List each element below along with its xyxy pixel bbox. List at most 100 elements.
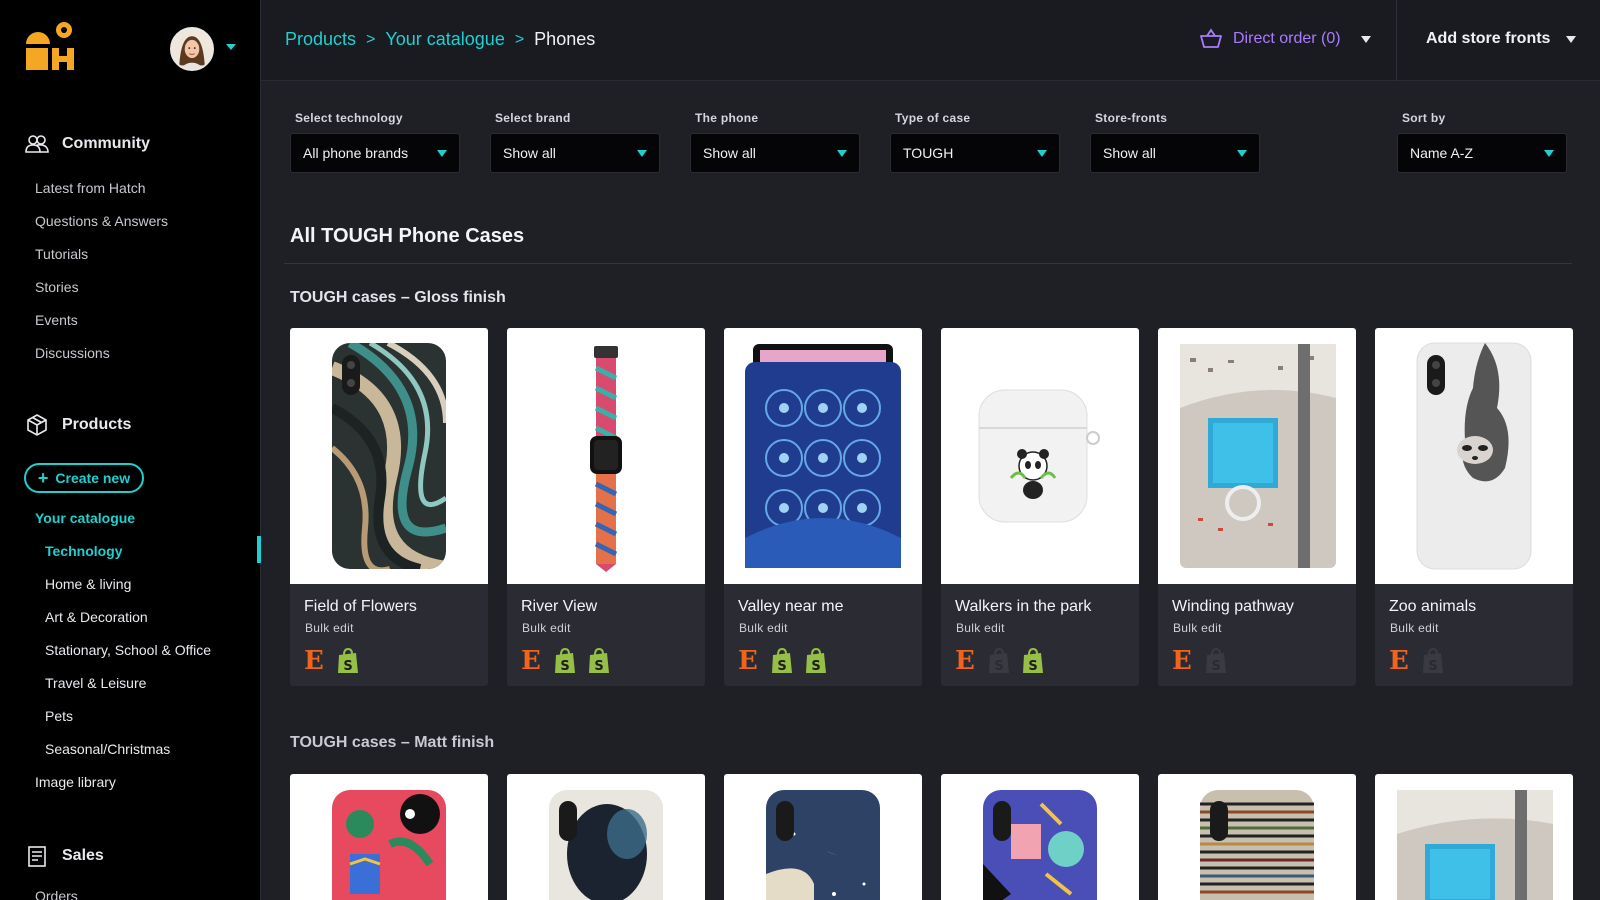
divider (284, 263, 1572, 264)
product-name[interactable]: Zoo animals (1389, 598, 1476, 616)
select-value: TOUGH (903, 145, 954, 161)
receipt-icon (28, 846, 46, 867)
product-image (1158, 328, 1356, 584)
etsy-icon[interactable]: E (955, 648, 977, 674)
active-nav-indicator (257, 536, 261, 563)
bulk-edit-link[interactable]: Bulk edit (1390, 621, 1439, 635)
sidebar-item-tutorials[interactable]: Tutorials (35, 246, 88, 262)
product-card[interactable]: Walkers in the park Bulk edit E S S (941, 328, 1139, 686)
product-name[interactable]: Valley near me (738, 598, 844, 616)
box-icon (27, 414, 47, 436)
shopify-icon-disabled[interactable]: S (1204, 648, 1228, 674)
brand-select[interactable]: Show all (490, 133, 660, 173)
product-image (290, 328, 488, 584)
shopify-icon-disabled[interactable]: S (987, 648, 1011, 674)
sales-section[interactable]: Sales (24, 843, 104, 869)
shopify-icon[interactable]: S (553, 648, 577, 674)
product-card[interactable]: Valley near me Bulk edit E S S (724, 328, 922, 686)
shopify-icon-disabled[interactable]: S (1421, 648, 1445, 674)
chevron-down-icon (1566, 35, 1577, 43)
products-section[interactable]: Products (24, 412, 131, 438)
svg-text:S: S (777, 659, 786, 674)
sidebar-item-qa[interactable]: Questions & Answers (35, 213, 168, 229)
add-store-fronts-button[interactable]: Add store fronts (1426, 30, 1577, 48)
technology-select[interactable]: All phone brands (290, 133, 460, 173)
filter-sort: Sort by Name A-Z (1397, 111, 1567, 173)
sidebar-item-orders[interactable]: Orders (35, 888, 78, 900)
bulk-edit-link[interactable]: Bulk edit (956, 621, 1005, 635)
sidebar-item-seasonal[interactable]: Seasonal/Christmas (45, 741, 170, 757)
sort-select[interactable]: Name A-Z (1397, 133, 1567, 173)
filter-label: The phone (695, 111, 759, 125)
shopify-icon[interactable]: S (804, 648, 828, 674)
sidebar-item-technology[interactable]: Technology (45, 543, 123, 559)
sidebar: Community Latest from Hatch Questions & … (0, 0, 261, 900)
store-fronts-select[interactable]: Show all (1090, 133, 1260, 173)
group-title-matt: TOUGH cases – Matt finish (290, 734, 495, 751)
svg-text:S: S (994, 659, 1003, 674)
case-type-select[interactable]: TOUGH (890, 133, 1060, 173)
product-card[interactable] (290, 774, 488, 900)
shopify-icon[interactable]: S (1021, 648, 1045, 674)
product-name[interactable]: Winding pathway (1172, 598, 1294, 616)
sidebar-item-discussions[interactable]: Discussions (35, 345, 110, 361)
sidebar-item-home-living[interactable]: Home & living (45, 576, 131, 592)
bulk-edit-link[interactable]: Bulk edit (1173, 621, 1222, 635)
product-image (1375, 328, 1573, 584)
bulk-edit-link[interactable]: Bulk edit (739, 621, 788, 635)
product-card[interactable]: River View Bulk edit E S S (507, 328, 705, 686)
create-new-button[interactable]: + Create new (24, 463, 144, 493)
sidebar-item-art-decoration[interactable]: Art & Decoration (45, 609, 148, 625)
etsy-icon[interactable]: E (304, 648, 326, 674)
top-bar: Products > Your catalogue > Phones Direc… (261, 0, 1600, 81)
bulk-edit-link[interactable]: Bulk edit (522, 621, 571, 635)
community-label: Community (62, 135, 150, 152)
etsy-icon[interactable]: E (1389, 648, 1411, 674)
store-fronts: E S (1172, 648, 1228, 674)
avatar[interactable] (170, 27, 214, 71)
hatch-logo[interactable] (24, 20, 76, 72)
store-fronts: E S S (955, 648, 1045, 674)
etsy-icon[interactable]: E (1172, 648, 1194, 674)
product-card[interactable]: Zoo animals Bulk edit E S (1375, 328, 1573, 686)
select-value: Show all (1103, 145, 1156, 161)
sidebar-item-stories[interactable]: Stories (35, 279, 79, 295)
breadcrumb-current: Phones (534, 29, 596, 49)
breadcrumb-products[interactable]: Products (285, 29, 356, 50)
sales-label: Sales (62, 847, 104, 864)
filter-label: Select brand (495, 111, 571, 125)
etsy-icon[interactable]: E (521, 648, 543, 674)
basket-icon (1200, 28, 1222, 48)
community-section[interactable]: Community (24, 131, 150, 157)
shopify-icon[interactable]: S (587, 648, 611, 674)
phone-select[interactable]: Show all (690, 133, 860, 173)
agate-phone-case (332, 343, 446, 569)
product-card[interactable] (1158, 774, 1356, 900)
sidebar-item-your-catalogue[interactable]: Your catalogue (35, 510, 135, 526)
dropdown-caret-icon (1237, 149, 1247, 157)
sidebar-item-image-library[interactable]: Image library (35, 774, 116, 790)
product-card[interactable]: Winding pathway Bulk edit E S (1158, 328, 1356, 686)
avatar-menu-caret-icon[interactable] (226, 44, 236, 50)
sidebar-item-pets[interactable]: Pets (45, 708, 73, 724)
shopify-icon[interactable]: S (770, 648, 794, 674)
sidebar-item-stationary[interactable]: Stationary, School & Office (45, 642, 211, 658)
sidebar-item-travel-leisure[interactable]: Travel & Leisure (45, 675, 146, 691)
shopify-icon[interactable]: S (336, 648, 360, 674)
breadcrumb-your-catalogue[interactable]: Your catalogue (385, 29, 504, 50)
product-name[interactable]: River View (521, 598, 597, 616)
etsy-icon[interactable]: E (738, 648, 760, 674)
product-name[interactable]: Walkers in the park (955, 598, 1091, 616)
product-card[interactable] (724, 774, 922, 900)
product-card[interactable] (1375, 774, 1573, 900)
sidebar-item-latest[interactable]: Latest from Hatch (35, 180, 146, 196)
product-card[interactable]: Field of Flowers Bulk edit E S (290, 328, 488, 686)
sidebar-item-events[interactable]: Events (35, 312, 78, 328)
memphis-pattern-phone-case (983, 790, 1097, 900)
product-name[interactable]: Field of Flowers (304, 598, 417, 616)
direct-order-button[interactable]: Direct order (0) (1199, 28, 1371, 50)
bulk-edit-link[interactable]: Bulk edit (305, 621, 354, 635)
product-card[interactable] (507, 774, 705, 900)
product-card[interactable] (941, 774, 1139, 900)
svg-text:S: S (560, 659, 569, 674)
